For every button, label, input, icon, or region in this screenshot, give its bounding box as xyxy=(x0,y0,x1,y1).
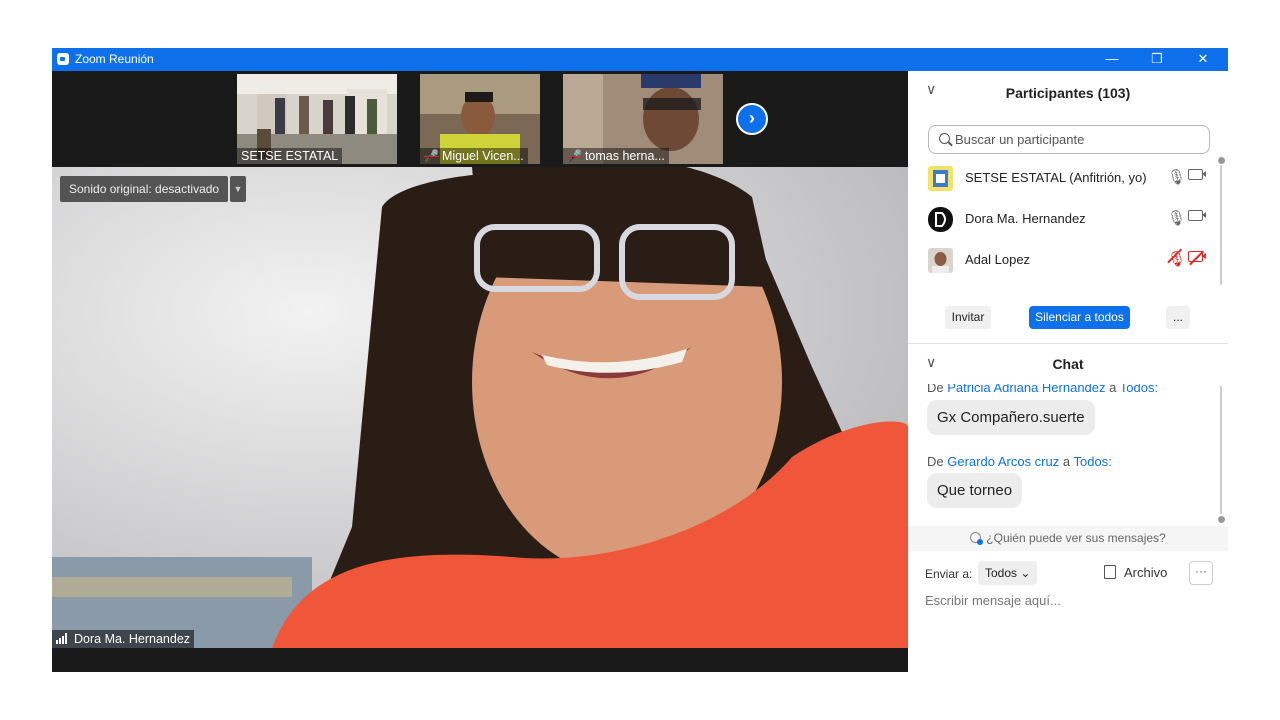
participants-header: ∨ Participantes (103) xyxy=(908,71,1228,111)
recipient-name[interactable]: Todos: xyxy=(1074,454,1112,469)
side-panel: ∨ Participantes (103) Buscar un particip… xyxy=(908,71,1228,672)
participant-name: SETSE ESTATAL (Anfitrión, yo) xyxy=(965,170,1147,185)
participants-title: Participantes (103) xyxy=(1005,85,1131,101)
mute-all-button[interactable]: Silenciar a todos xyxy=(1029,306,1130,329)
camera-icon[interactable] xyxy=(1188,169,1206,180)
zoom-window: Zoom Reunión — ❐ ✕ SETSE ESTATAL 🎤 Migue… xyxy=(52,48,1228,672)
thumbnail-strip: SETSE ESTATAL 🎤 Miguel Vicen... 🎤 tomas … xyxy=(52,71,908,167)
file-icon xyxy=(1104,565,1116,579)
original-sound-button[interactable]: Sonido original: desactivado xyxy=(60,176,229,202)
chat-message-meta: De Gerardo Arcos cruz a Todos: xyxy=(927,454,1112,469)
avatar-adal xyxy=(928,248,953,273)
title-bar: Zoom Reunión — ❐ ✕ xyxy=(52,48,1228,71)
participant-name: Adal Lopez xyxy=(965,252,1031,267)
chat-bubble: Que torneo xyxy=(927,473,1023,508)
sound-dropdown-arrow-icon[interactable]: ▼ xyxy=(230,176,246,202)
scroll-track xyxy=(1220,386,1222,514)
participant-row[interactable]: Dora Ma. Hernandez 🎙 xyxy=(928,199,1210,240)
file-button[interactable]: Archivo xyxy=(1104,563,1167,583)
thumbnail-name: 🎤 tomas herna... xyxy=(563,148,669,164)
thumbnail-name: SETSE ESTATAL xyxy=(237,148,343,164)
chat-bubble: Gx Compañero.suerte xyxy=(927,400,1095,435)
scroll-track xyxy=(1220,165,1222,285)
chat-messages: De Patricia Adriana Hernandez a Todos: G… xyxy=(908,384,1218,524)
restore-button[interactable]: ❐ xyxy=(1134,48,1180,71)
microphone-icon[interactable]: 🎙 xyxy=(1167,209,1186,227)
microphone-muted-icon[interactable]: 🎙 xyxy=(1167,250,1186,268)
chat-message-meta: De Patricia Adriana Hernandez a Todos: xyxy=(927,384,1158,395)
video-thumbnail-setse[interactable]: SETSE ESTATAL xyxy=(237,74,397,164)
video-area: SETSE ESTATAL 🎤 Miguel Vicen... 🎤 tomas … xyxy=(52,71,908,672)
camera-off-icon[interactable] xyxy=(1188,251,1206,262)
send-to-label: Enviar a: xyxy=(925,567,973,581)
chat-title: Chat xyxy=(1052,356,1084,372)
avatar-setse xyxy=(928,166,953,191)
participant-row[interactable]: SETSE ESTATAL (Anfitrión, yo) 🎙 xyxy=(928,158,1210,199)
chat-scrollbar[interactable] xyxy=(1218,386,1225,524)
mic-muted-icon: 🎤 xyxy=(567,149,582,163)
close-button[interactable]: ✕ xyxy=(1180,48,1226,71)
video-thumbnail-miguel[interactable]: 🎤 Miguel Vicen... xyxy=(420,74,540,164)
recipient-name[interactable]: Todos: xyxy=(1120,384,1158,395)
participants-more-button[interactable]: ... xyxy=(1166,306,1190,329)
send-to-dropdown[interactable]: Todos ⌄ xyxy=(978,561,1038,585)
search-icon xyxy=(939,133,950,144)
mic-muted-icon: 🎤 xyxy=(424,149,439,163)
camera-icon[interactable] xyxy=(1188,210,1206,221)
avatar-dora xyxy=(928,207,953,232)
participant-search-input[interactable]: Buscar un participante xyxy=(928,125,1210,154)
active-speaker-video[interactable]: Sonido original: desactivado ▼ Dora Ma. … xyxy=(52,167,908,648)
sender-name[interactable]: Patricia Adriana Hernandez xyxy=(947,384,1105,395)
thumbnail-name: 🎤 Miguel Vicen... xyxy=(420,148,528,164)
participant-name: Dora Ma. Hernandez xyxy=(965,211,1086,226)
video-thumbnail-tomas[interactable]: 🎤 tomas herna... xyxy=(563,74,723,164)
chat-header: ∨ Chat xyxy=(908,344,1228,384)
sender-name[interactable]: Gerardo Arcos cruz xyxy=(947,454,1059,469)
minimize-button[interactable]: — xyxy=(1089,48,1135,71)
who-can-see-messages-link[interactable]: ¿Quién puede ver sus mensajes? xyxy=(908,526,1228,551)
active-speaker-name: Dora Ma. Hernandez xyxy=(74,632,191,646)
chevron-down-icon: ⌄ xyxy=(1020,566,1031,580)
chat-more-button[interactable]: ··· xyxy=(1189,561,1213,585)
next-page-arrow-icon[interactable]: › xyxy=(736,103,768,135)
invite-button[interactable]: Invitar xyxy=(945,306,991,329)
people-icon xyxy=(970,532,984,545)
scroll-thumb[interactable] xyxy=(1218,157,1225,164)
chat-message-input[interactable]: Escribir mensaje aquí... xyxy=(925,593,1061,608)
participant-row[interactable]: Adal Lopez 🎙 xyxy=(928,240,1210,281)
signal-bars-icon xyxy=(56,633,70,644)
search-placeholder: Buscar un participante xyxy=(955,132,1085,147)
microphone-icon[interactable]: 🎙 xyxy=(1167,168,1186,186)
participants-scrollbar[interactable] xyxy=(1218,157,1225,291)
active-speaker-label: Dora Ma. Hernandez xyxy=(52,630,195,648)
zoom-app-icon xyxy=(57,53,69,65)
video-bottom-bar xyxy=(52,648,908,672)
speaker-video-frame xyxy=(52,167,908,648)
window-title: Zoom Reunión xyxy=(75,52,154,66)
scroll-thumb[interactable] xyxy=(1218,516,1225,523)
